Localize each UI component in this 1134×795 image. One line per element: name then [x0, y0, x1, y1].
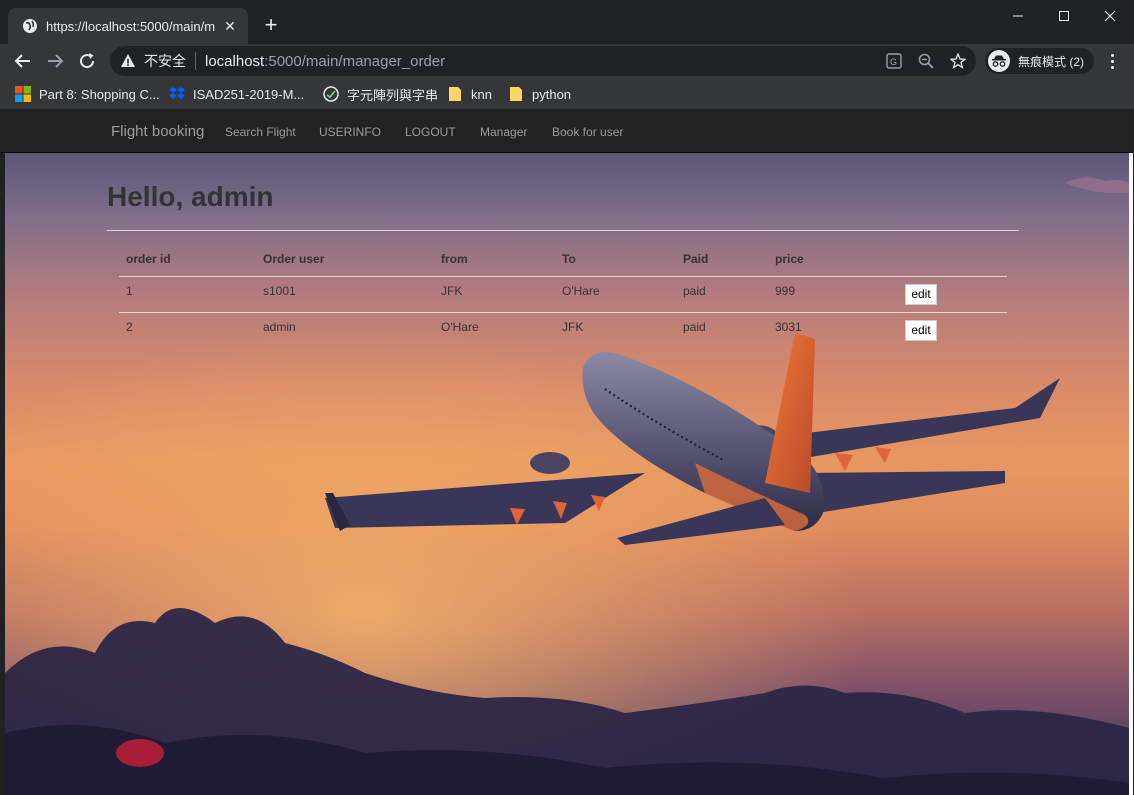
tab-close-icon[interactable]: ✕ [222, 18, 238, 35]
cell-to: O'Hare [555, 276, 676, 313]
orders-table: order id Order user from To Paid price 1… [119, 247, 1007, 348]
cell-price: 999 [768, 276, 898, 313]
nav-link-logout[interactable]: LOGOUT [405, 125, 456, 139]
column-header-order-user: Order user [256, 247, 434, 277]
incognito-icon [988, 50, 1010, 72]
star-icon[interactable] [950, 53, 966, 69]
bookmark-label: ISAD251-2019-M... [193, 86, 305, 102]
security-label[interactable]: 不安全 [144, 51, 186, 71]
cell-from: O'Hare [441, 319, 479, 334]
incognito-label: 無痕模式 (2) [1018, 54, 1085, 69]
table-row: 2 admin O'Hare JFK paid 3031 edit [119, 312, 1007, 348]
cell-order-id: 1 [119, 276, 256, 313]
edit-button[interactable]: edit [905, 283, 937, 305]
maximize-icon [1059, 11, 1069, 21]
bookmarks-bar: Part 8: Shopping C... ISAD251-2019-M... … [0, 78, 1134, 110]
cell-action: edit [898, 276, 1007, 313]
cell-paid: paid [676, 276, 768, 313]
nav-link-userinfo[interactable]: USERINFO [319, 125, 381, 139]
svg-text:G: G [890, 57, 897, 67]
tab-title: https://localhost:5000/main/m [46, 18, 216, 34]
bookmark-item[interactable]: python [508, 84, 571, 104]
bookmark-item[interactable]: 字元陣列與字串 [323, 84, 438, 104]
url-text[interactable]: localhost:5000/main/manager_order [205, 53, 445, 70]
cell-order-user: admin [263, 319, 296, 334]
new-tab-button[interactable]: + [258, 12, 284, 38]
url-host: localhost [205, 52, 265, 70]
browser-tab-strip: https://localhost:5000/main/m ✕ + [0, 0, 1134, 44]
column-header-price: price [768, 247, 898, 277]
bookmark-item[interactable]: ISAD251-2019-M... [169, 84, 304, 104]
minimize-icon [1013, 15, 1023, 17]
translate-icon[interactable]: G [886, 53, 902, 69]
url-path: :5000/main/manager_order [264, 52, 446, 70]
maximize-button[interactable] [1041, 0, 1087, 32]
bookmark-label: 字元陣列與字串 [347, 87, 439, 103]
bookmark-label: knn [471, 86, 492, 102]
close-icon [1104, 10, 1116, 22]
table-row: 1 s1001 JFK O'Hare paid 999 edit [119, 276, 1007, 313]
globe-icon [23, 19, 37, 33]
microsoft-icon [15, 86, 31, 102]
cell-action: edit [898, 312, 1007, 348]
minimize-button[interactable] [995, 0, 1041, 32]
page-viewport: Flight booking Search Flight USERINFO LO… [1, 111, 1133, 795]
address-bar[interactable]: 不安全 localhost:5000/main/manager_order G [110, 46, 976, 76]
bookmark-label: python [532, 86, 572, 102]
folder-icon [449, 87, 461, 101]
nav-link-search-flight[interactable]: Search Flight [225, 125, 296, 139]
reload-button[interactable] [74, 48, 100, 74]
incognito-indicator[interactable]: 無痕模式 (2) [985, 48, 1095, 74]
cell-order-id: 2 [126, 319, 133, 334]
reload-icon [80, 53, 95, 69]
nav-link-book-for-user[interactable]: Book for user [552, 125, 623, 139]
zoom-icon[interactable] [918, 53, 934, 69]
title-divider [107, 230, 1019, 231]
column-header-order-id: order id [119, 247, 256, 277]
menu-dot-icon [1110, 53, 1114, 57]
browser-toolbar: 不安全 localhost:5000/main/manager_order G … [0, 44, 1134, 78]
cell-order-user: s1001 [256, 276, 434, 313]
site-navbar: Flight booking Search Flight USERINFO LO… [1, 111, 1133, 153]
folder-icon [510, 87, 522, 101]
nav-link-manager[interactable]: Manager [480, 125, 527, 139]
browser-tab[interactable]: https://localhost:5000/main/m ✕ [8, 8, 248, 44]
window-close-button[interactable] [1087, 0, 1133, 32]
bookmark-item[interactable]: Part 8: Shopping C... [15, 84, 160, 104]
menu-dot-icon [1110, 59, 1114, 63]
menu-dot-icon [1110, 65, 1114, 69]
arrow-right-icon [48, 54, 64, 68]
browser-menu-button[interactable] [1102, 50, 1122, 72]
cell-price: 3031 [775, 319, 802, 334]
column-header-paid: Paid [676, 247, 768, 277]
arrow-left-icon [14, 54, 30, 68]
address-separator [195, 52, 196, 70]
page-edge [1129, 153, 1133, 795]
cell-from: JFK [434, 276, 555, 313]
page-title: Hello, admin [107, 181, 274, 212]
warning-icon[interactable] [120, 53, 136, 69]
navbar-brand[interactable]: Flight booking [111, 123, 204, 140]
back-button[interactable] [10, 48, 36, 74]
site-icon [323, 86, 339, 102]
table-header-row: order id Order user from To Paid price [119, 247, 1007, 277]
forward-button[interactable] [42, 48, 68, 74]
column-header-from: from [434, 247, 555, 277]
column-header-to: To [555, 247, 676, 277]
column-header-action [898, 247, 1007, 277]
bookmark-item[interactable]: knn [447, 84, 492, 104]
dropbox-icon [169, 87, 185, 99]
cell-to: JFK [562, 319, 584, 334]
bookmark-label: Part 8: Shopping C... [39, 86, 160, 102]
cell-paid: paid [683, 319, 706, 334]
edit-button[interactable]: edit [905, 319, 937, 341]
